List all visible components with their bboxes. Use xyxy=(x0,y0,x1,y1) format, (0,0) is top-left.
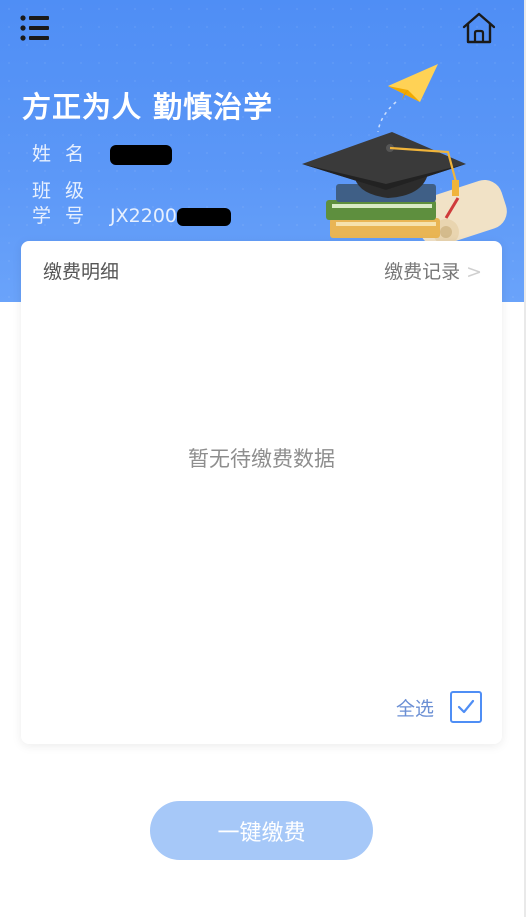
name-redacted xyxy=(110,144,173,165)
name-label: 姓名 xyxy=(32,143,99,165)
select-all-toggle[interactable]: 全选 xyxy=(396,691,482,723)
student-name-row: 姓名 xyxy=(32,139,173,166)
payment-detail-title: 缴费明细 xyxy=(43,261,120,283)
chevron-right-icon: > xyxy=(466,261,482,283)
menu-icon xyxy=(20,15,49,41)
student-id-prefix: JX2200 xyxy=(110,205,178,227)
checkmark-icon xyxy=(457,699,475,714)
id-label: 学号 xyxy=(32,205,99,227)
menu-button[interactable] xyxy=(20,14,52,42)
payment-records-label: 缴费记录 xyxy=(384,261,461,283)
student-class-row: 班级 xyxy=(32,176,104,203)
id-redacted xyxy=(177,207,232,226)
empty-state-message: 暂无待缴费数据 xyxy=(188,447,335,471)
select-all-label: 全选 xyxy=(395,697,434,720)
class-label: 班级 xyxy=(32,180,99,202)
payment-records-link[interactable]: 缴费记录 > xyxy=(384,257,482,284)
paper-plane-icon xyxy=(377,64,438,133)
home-button[interactable] xyxy=(460,10,498,46)
student-id-row: 学号 JX2200 xyxy=(32,201,232,228)
graduation-illustration xyxy=(302,64,507,247)
select-all-checkbox[interactable] xyxy=(450,691,482,723)
home-icon xyxy=(462,12,496,44)
school-motto: 方正为人 勤慎治学 xyxy=(22,90,274,124)
one-click-pay-button[interactable]: 一键缴费 xyxy=(150,801,373,860)
graduation-cap-icon xyxy=(302,132,466,198)
payment-detail-card: 缴费明细 缴费记录 > 暂无待缴费数据 全选 xyxy=(21,241,502,744)
